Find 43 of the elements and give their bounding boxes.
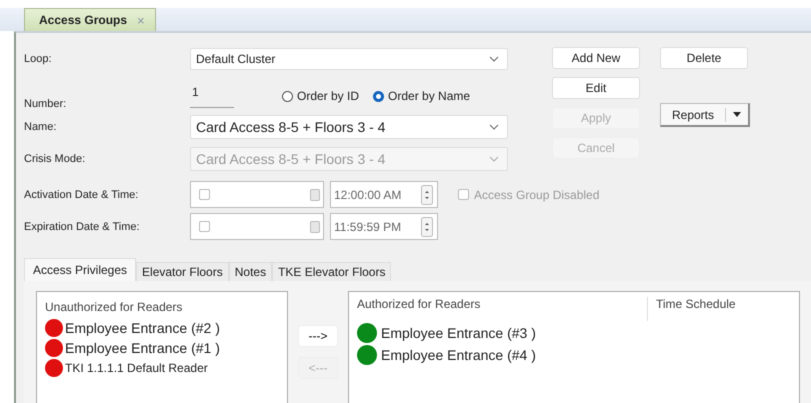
field-label: Expiration Date & Time:	[24, 220, 141, 232]
spinner-icon[interactable]	[421, 184, 433, 204]
tab[interactable]: TKE Elevator Floors	[272, 262, 392, 281]
radio-option[interactable]: Order by ID	[282, 89, 360, 103]
chevron-icon	[489, 124, 499, 130]
caret-icon[interactable]	[733, 112, 741, 117]
field-label: Name:	[24, 121, 58, 133]
time-field[interactable]: 11:59:59 PM	[330, 213, 438, 240]
number-field[interactable]: 1	[190, 84, 234, 108]
reader-item[interactable]: Employee Entrance (#1 )	[45, 338, 287, 358]
field-label: Crisis Mode:	[24, 153, 86, 165]
name-dropdown[interactable]: Card Access 8-5 + Floors 3 - 4	[190, 115, 508, 139]
chevron-icon	[489, 156, 499, 162]
radio-option[interactable]: Order by Name	[373, 89, 470, 103]
tab[interactable]: Elevator Floors	[136, 262, 229, 281]
tab[interactable]: Access Privileges	[24, 258, 136, 281]
action-button[interactable]: Add New	[552, 47, 640, 69]
list-heading: Unauthorized for Readers	[45, 300, 184, 314]
calendar-icon[interactable]	[310, 188, 320, 200]
date-field[interactable]	[190, 213, 324, 240]
time-field[interactable]: 12:00:00 AM	[330, 181, 438, 208]
date-field[interactable]	[190, 181, 324, 208]
checkbox[interactable]	[199, 221, 210, 232]
checkbox[interactable]	[199, 189, 210, 200]
calendar-icon[interactable]	[310, 220, 320, 232]
reader-item[interactable]: Employee Entrance (#4 )	[357, 345, 799, 365]
delete-button[interactable]: Delete	[660, 47, 748, 69]
action-button[interactable]: Edit	[552, 77, 640, 99]
move-button[interactable]: --->	[298, 325, 338, 347]
loop-dropdown[interactable]: Default Cluster	[190, 48, 508, 70]
column-header[interactable]: Authorized for Readers	[357, 297, 648, 321]
column-header[interactable]: Time Schedule	[648, 297, 736, 321]
chevron-icon	[489, 56, 499, 62]
document-tab[interactable]: Access Groups ×	[24, 8, 156, 31]
field-label: Number:	[24, 98, 68, 110]
field-label: Loop:	[24, 53, 53, 65]
field-label: Activation Date & Time:	[24, 188, 140, 200]
tab[interactable]: Notes	[228, 262, 272, 281]
reader-item[interactable]: Employee Entrance (#3 )	[357, 323, 799, 343]
reader-item[interactable]: TKI 1.1.1.1 Default Reader	[45, 358, 287, 378]
reports-button[interactable]: Reports	[660, 103, 750, 127]
reader-item[interactable]: Employee Entrance (#2 )	[45, 318, 287, 338]
spinner-icon[interactable]	[421, 216, 433, 236]
